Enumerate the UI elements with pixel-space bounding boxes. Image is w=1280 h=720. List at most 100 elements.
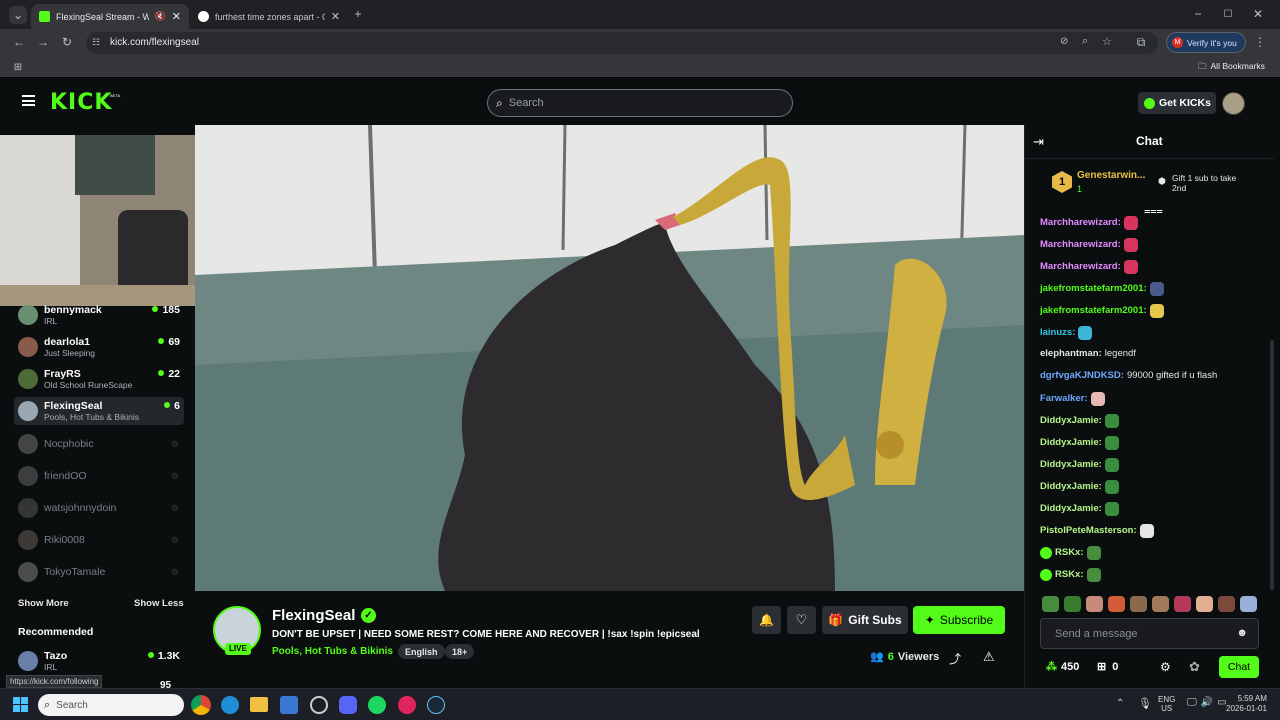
back-icon[interactable]: ←: [10, 33, 28, 51]
tag-language[interactable]: English: [398, 644, 445, 659]
quick-emote-icon[interactable]: [1064, 596, 1081, 612]
hamburger-menu-icon[interactable]: [22, 95, 35, 106]
quick-emote-icon[interactable]: [1108, 596, 1125, 612]
channel-points[interactable]: ⁂ 450: [1046, 660, 1079, 674]
search-input[interactable]: ⌕ Search: [487, 89, 793, 117]
chat-username[interactable]: Marchharewizard:: [1040, 261, 1121, 273]
chat-username[interactable]: DiddyxJamie:: [1040, 503, 1102, 515]
steam-app-icon[interactable]: [427, 696, 445, 714]
chat-mod-icon[interactable]: ✿: [1189, 659, 1200, 675]
system-tray[interactable]: 🖵 🔊 ▭: [1187, 697, 1227, 708]
chat-settings-icon[interactable]: ⚙: [1160, 660, 1171, 674]
quick-emote-icon[interactable]: [1152, 596, 1169, 612]
leaderboard-user[interactable]: Genestarwin...: [1077, 170, 1145, 181]
send-chat-button[interactable]: Chat: [1219, 656, 1259, 678]
chat-username[interactable]: Farwalker:: [1040, 393, 1088, 405]
chat-username[interactable]: RSKx:: [1055, 569, 1084, 581]
follow-button[interactable]: ♡: [787, 606, 816, 634]
sidebar-offline-channel[interactable]: TokyoTamale ⦸: [14, 558, 184, 586]
quick-emote-icon[interactable]: [1086, 596, 1103, 612]
leaderboard-gift-text[interactable]: Gift 1 sub to take 2nd: [1172, 173, 1248, 193]
quick-emote-icon[interactable]: [1130, 596, 1147, 612]
address-bar[interactable]: ☷ kick.com/flexingseal ⊘ ⌕ ☆: [86, 32, 1158, 54]
quick-emote-icon[interactable]: [1218, 596, 1235, 612]
chat-username[interactable]: PistolPeteMasterson:: [1040, 525, 1137, 537]
show-more-button[interactable]: Show More: [18, 598, 69, 609]
sidebar-offline-channel[interactable]: friendOO ⦸: [14, 462, 184, 490]
chat-username[interactable]: RSKx:: [1055, 547, 1084, 559]
spotify-app-icon[interactable]: [368, 696, 386, 714]
quick-emote-icon[interactable]: [1196, 596, 1213, 612]
close-tab-icon[interactable]: ✕: [331, 10, 340, 23]
quick-emote-icon[interactable]: [1042, 596, 1059, 612]
get-kicks-button[interactable]: Get KICKs: [1138, 92, 1216, 114]
chat-username[interactable]: jakefromstatefarm2001:: [1040, 305, 1147, 317]
tab-search-icon[interactable]: ⌄: [9, 6, 27, 24]
extensions-icon[interactable]: ⧉: [1132, 33, 1150, 51]
clock[interactable]: 5:59 AM 2026-01-01: [1226, 694, 1267, 714]
sidebar-channel[interactable]: dearlola1 Just Sleeping 69: [14, 333, 184, 361]
collapse-chat-icon[interactable]: ⇥: [1033, 134, 1044, 150]
mute-icon[interactable]: 🔇: [155, 11, 166, 22]
app-icon[interactable]: [310, 696, 328, 714]
chat-username[interactable]: elephantman:: [1040, 348, 1102, 360]
maximize-icon[interactable]: ☐: [1219, 5, 1237, 23]
close-tab-icon[interactable]: ✕: [172, 10, 181, 23]
stream-category[interactable]: Pools, Hot Tubs & Bikinis: [272, 646, 393, 657]
gift-count[interactable]: ⊞ 0: [1097, 660, 1118, 674]
forward-icon[interactable]: →: [34, 33, 52, 51]
video-player[interactable]: [195, 125, 1024, 591]
chat-username[interactable]: jakefromstatefarm2001:: [1040, 283, 1147, 295]
sidebar-channel[interactable]: bennymack IRL 185: [14, 301, 184, 329]
chat-scrollbar[interactable]: [1270, 340, 1274, 590]
gift-subs-button[interactable]: 🎁 Gift Subs: [822, 606, 908, 634]
report-icon[interactable]: ⚠: [983, 649, 995, 665]
chat-username[interactable]: DiddyxJamie:: [1040, 415, 1102, 427]
sidebar-channel-active[interactable]: FlexingSeal Pools, Hot Tubs & Bikinis 6: [14, 397, 184, 425]
emoji-icon[interactable]: ☻: [1236, 627, 1248, 639]
file-explorer-icon[interactable]: [250, 697, 268, 712]
quick-emote-icon[interactable]: [1240, 596, 1257, 612]
windows-start-icon[interactable]: [13, 697, 28, 712]
microphone-icon[interactable]: 🎙: [1138, 697, 1152, 710]
chat-input[interactable]: Send a message ☻: [1040, 618, 1259, 649]
zoom-icon[interactable]: ⌕: [1082, 35, 1088, 48]
discord-app-icon[interactable]: [339, 696, 357, 714]
minimize-icon[interactable]: −: [1189, 5, 1207, 23]
chat-username[interactable]: DiddyxJamie:: [1040, 437, 1102, 449]
menu-kebab-icon[interactable]: ⋮: [1251, 33, 1269, 51]
language-indicator[interactable]: ENG US: [1158, 695, 1175, 713]
show-less-button[interactable]: Show Less: [134, 598, 184, 609]
bookmark-star-icon[interactable]: ☆: [1102, 35, 1112, 48]
share-icon[interactable]: ⤴: [949, 650, 961, 667]
profile-button[interactable]: M Verify it's you: [1166, 32, 1246, 53]
quick-emote-icon[interactable]: [1174, 596, 1191, 612]
kick-logo[interactable]: KICK: [50, 90, 112, 115]
site-info-icon[interactable]: ☷: [92, 37, 100, 48]
tray-chevron-icon[interactable]: ⌃: [1116, 698, 1124, 709]
tag-age[interactable]: 18+: [445, 644, 475, 659]
sidebar-offline-channel[interactable]: watsjohnnydoin ⦸: [14, 494, 184, 522]
notification-bell-button[interactable]: 🔔: [752, 606, 781, 634]
chrome-app-icon[interactable]: [191, 695, 211, 715]
url-text[interactable]: kick.com/flexingseal: [110, 37, 199, 48]
subscribe-button[interactable]: ✦ Subscribe: [913, 606, 1005, 634]
user-avatar[interactable]: [1222, 92, 1245, 115]
streamer-name[interactable]: FlexingSeal: [272, 607, 355, 624]
chat-username[interactable]: Marchharewizard:: [1040, 217, 1121, 229]
edge-app-icon[interactable]: [221, 696, 239, 714]
app-icon[interactable]: [398, 696, 416, 714]
new-tab-icon[interactable]: +: [349, 5, 367, 23]
tab-flexingseal[interactable]: FlexingSeal Stream - Watch 🔇 ✕: [31, 4, 189, 29]
chat-username[interactable]: Marchharewizard:: [1040, 239, 1121, 251]
recommended-channel[interactable]: Tazo IRL 1.3K: [14, 647, 184, 675]
close-window-icon[interactable]: ✕: [1249, 5, 1267, 23]
chat-username[interactable]: DiddyxJamie:: [1040, 481, 1102, 493]
tab-google[interactable]: furthest time zones apart - Goo ✕: [190, 4, 348, 29]
reload-icon[interactable]: ↻: [58, 33, 76, 51]
eye-off-icon[interactable]: ⊘: [1060, 36, 1068, 47]
sidebar-offline-channel[interactable]: Nocphobic ⦸: [14, 430, 184, 458]
all-bookmarks[interactable]: 🗀 All Bookmarks: [1198, 61, 1265, 75]
chat-username[interactable]: dgrfvgaKJNDKSD:: [1040, 370, 1124, 382]
store-app-icon[interactable]: [280, 696, 298, 714]
